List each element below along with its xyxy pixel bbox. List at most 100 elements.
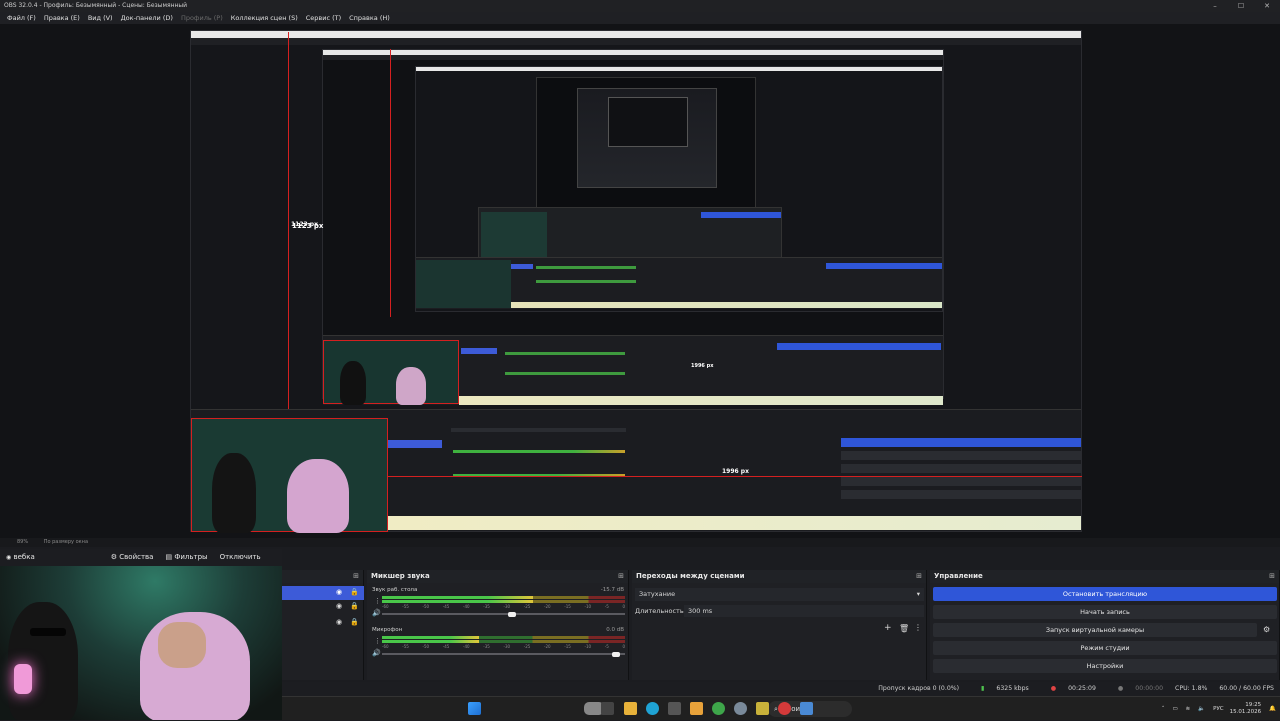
volume-icon[interactable]: 🔈 [1198,706,1205,712]
meter-tick-label: -10 [584,644,592,649]
fit-mode[interactable]: По размеру окна [44,539,88,545]
dock-menu-icon[interactable]: ⊞ [353,570,359,583]
menu-help[interactable]: Справка (H) [345,12,394,24]
mixer-header: Микшер звука ⊞ [367,570,628,583]
menu-tools[interactable]: Сервис (T) [302,12,345,24]
wifi-icon[interactable]: ≋ [1186,706,1191,712]
volume-knob[interactable] [507,611,516,617]
kebab-menu-icon[interactable]: ⋮ [374,597,381,605]
signal-icon: ▮ [981,685,985,692]
bitrate: ▮ 6325 kbps [981,685,1029,692]
task-view-icon[interactable] [601,702,614,715]
meter-ticks: -60 -55 -50 -45 -40 -35 -30 -25 -20 -15 -10 -5 0 [382,604,625,610]
volume-slider[interactable] [382,611,625,617]
start-record-button[interactable]: Начать запись [933,605,1277,619]
obs-icon[interactable] [778,702,791,715]
properties-button[interactable]: ⚙ Свойства [105,549,160,566]
meter-tick-label: 0 [622,604,625,609]
meter-tick-label: -30 [503,644,511,649]
edge-icon[interactable] [646,702,659,715]
menu-scene-collection[interactable]: Коллекция сцен (S) [227,12,302,24]
nested-capture-6 [608,97,688,147]
add-icon[interactable]: + [884,623,892,633]
chevron-up-icon[interactable]: ˄ [1162,706,1165,712]
studio-mode-button[interactable]: Режим студии [933,641,1277,655]
preview-scale-row: 89% По размеру окна [0,538,1280,547]
camera-icon: ◉ [6,554,12,561]
meter-ticks: -60 -55 -50 -45 -40 -35 -30 -25 -20 -15 -10 -5 0 [382,644,625,650]
meter-tick-label: -30 [503,604,511,609]
nested-start-record-1 [841,451,1081,460]
nested-webcam-2 [323,340,459,405]
volume-meter [382,596,625,599]
settings-button[interactable]: Настройки [933,659,1277,673]
eye-icon-2[interactable]: ◉ [336,602,342,610]
menu-view[interactable]: Вид (V) [84,12,117,24]
dock-menu-icon[interactable]: ⊞ [916,570,922,583]
menu-docks[interactable]: Док-панели (D) [117,12,177,24]
disable-button[interactable]: Отключить [214,549,267,566]
yandex-icon[interactable] [690,702,703,715]
nested-meter-3b [536,280,636,283]
nested-webcam-4 [481,212,547,262]
controls-header: Управление ⊞ [930,570,1279,583]
duration-input[interactable]: 300 ms [684,605,924,617]
nested-meter-2a [505,352,625,355]
notification-icon[interactable]: 🔔 [1269,706,1276,712]
scenes-header: ⊞ [282,570,363,583]
eye-icon-3[interactable]: ◉ [336,618,342,626]
lock-icon-2[interactable]: 🔒 [350,602,359,610]
zoom-level[interactable]: 89% [17,539,28,545]
kebab-menu-icon[interactable]: ⋮ [374,637,381,645]
track-name: Звук раб. стола [372,587,418,593]
nested-menubar [191,38,1081,45]
preview-canvas[interactable]: 1123 px 1996 px 1123 px 1996 px [0,24,1280,540]
volume-slider[interactable] [382,651,625,657]
menu-file[interactable]: Файл (F) [3,12,40,24]
virtual-camera-button[interactable]: Запуск виртуальной камеры [933,623,1257,637]
dock-menu-icon[interactable]: ⊞ [1269,570,1275,583]
sunglasses [30,628,66,636]
speaker-icon[interactable]: 🔊 [372,649,381,657]
minimize-button[interactable]: – [1202,0,1228,12]
windows-start-icon[interactable] [468,702,481,715]
menu-profile[interactable]: Профиль (P) [177,12,227,24]
pink-lamp [14,664,32,694]
transition-select[interactable]: Затухание ▾ [635,588,924,601]
calculator-icon[interactable] [668,702,681,715]
meter-tick-label: -5 [604,604,609,609]
trash-icon[interactable]: 🗑 [899,624,909,633]
maximize-button[interactable]: ☐ [1228,0,1254,12]
chrome-icon[interactable] [712,702,725,715]
filters-button[interactable]: ▤ Фильтры [159,549,213,566]
eye-icon[interactable]: ◉ [336,588,342,596]
kebab-menu-icon[interactable]: ⋮ [914,623,922,632]
nested-meter-1a [453,450,625,453]
language-indicator[interactable]: РУС [1213,706,1224,712]
meter-tick-label: -35 [483,604,490,609]
meter-tick-label: -50 [422,644,430,649]
close-button[interactable]: ✕ [1254,0,1280,12]
settings-app-icon[interactable] [734,702,747,715]
transitions-panel: Переходы между сценами ⊞ Затухание ▾ Длит… [632,570,927,680]
menu-edit[interactable]: Правка (E) [40,12,84,24]
volume-knob[interactable] [612,651,621,657]
file-explorer-icon[interactable] [624,702,637,715]
meter-tick-label: -60 [382,604,389,609]
nested-scene-selected-1 [388,440,442,448]
speaker-icon[interactable]: 🔊 [372,609,381,617]
clock[interactable]: 19:25 15.01.2026 [1230,702,1262,716]
lock-app-icon[interactable] [756,702,769,715]
gear-icon[interactable]: ⚙ [1263,625,1270,634]
stop-stream-button[interactable]: Остановить трансляцию [933,587,1277,601]
window-title: OBS 32.0.4 - Профиль: Безымянный - Сцены… [0,0,1280,12]
meter-tick-label: -10 [584,604,592,609]
lock-icon-3[interactable]: 🔒 [350,618,359,626]
meter-tick-label: -35 [483,644,490,649]
network-icon[interactable]: ▭ [1172,706,1177,712]
bottom-docks: ⊞ ◉ 🔒 ◉ 🔒 ◉ 🔒 Микшер звука ⊞ Звук раб. ст… [282,570,1280,680]
meter-tick-label: -25 [523,604,531,609]
lock-icon[interactable]: 🔒 [350,588,359,596]
app-icon[interactable] [800,702,813,715]
dock-menu-icon[interactable]: ⊞ [618,570,624,583]
